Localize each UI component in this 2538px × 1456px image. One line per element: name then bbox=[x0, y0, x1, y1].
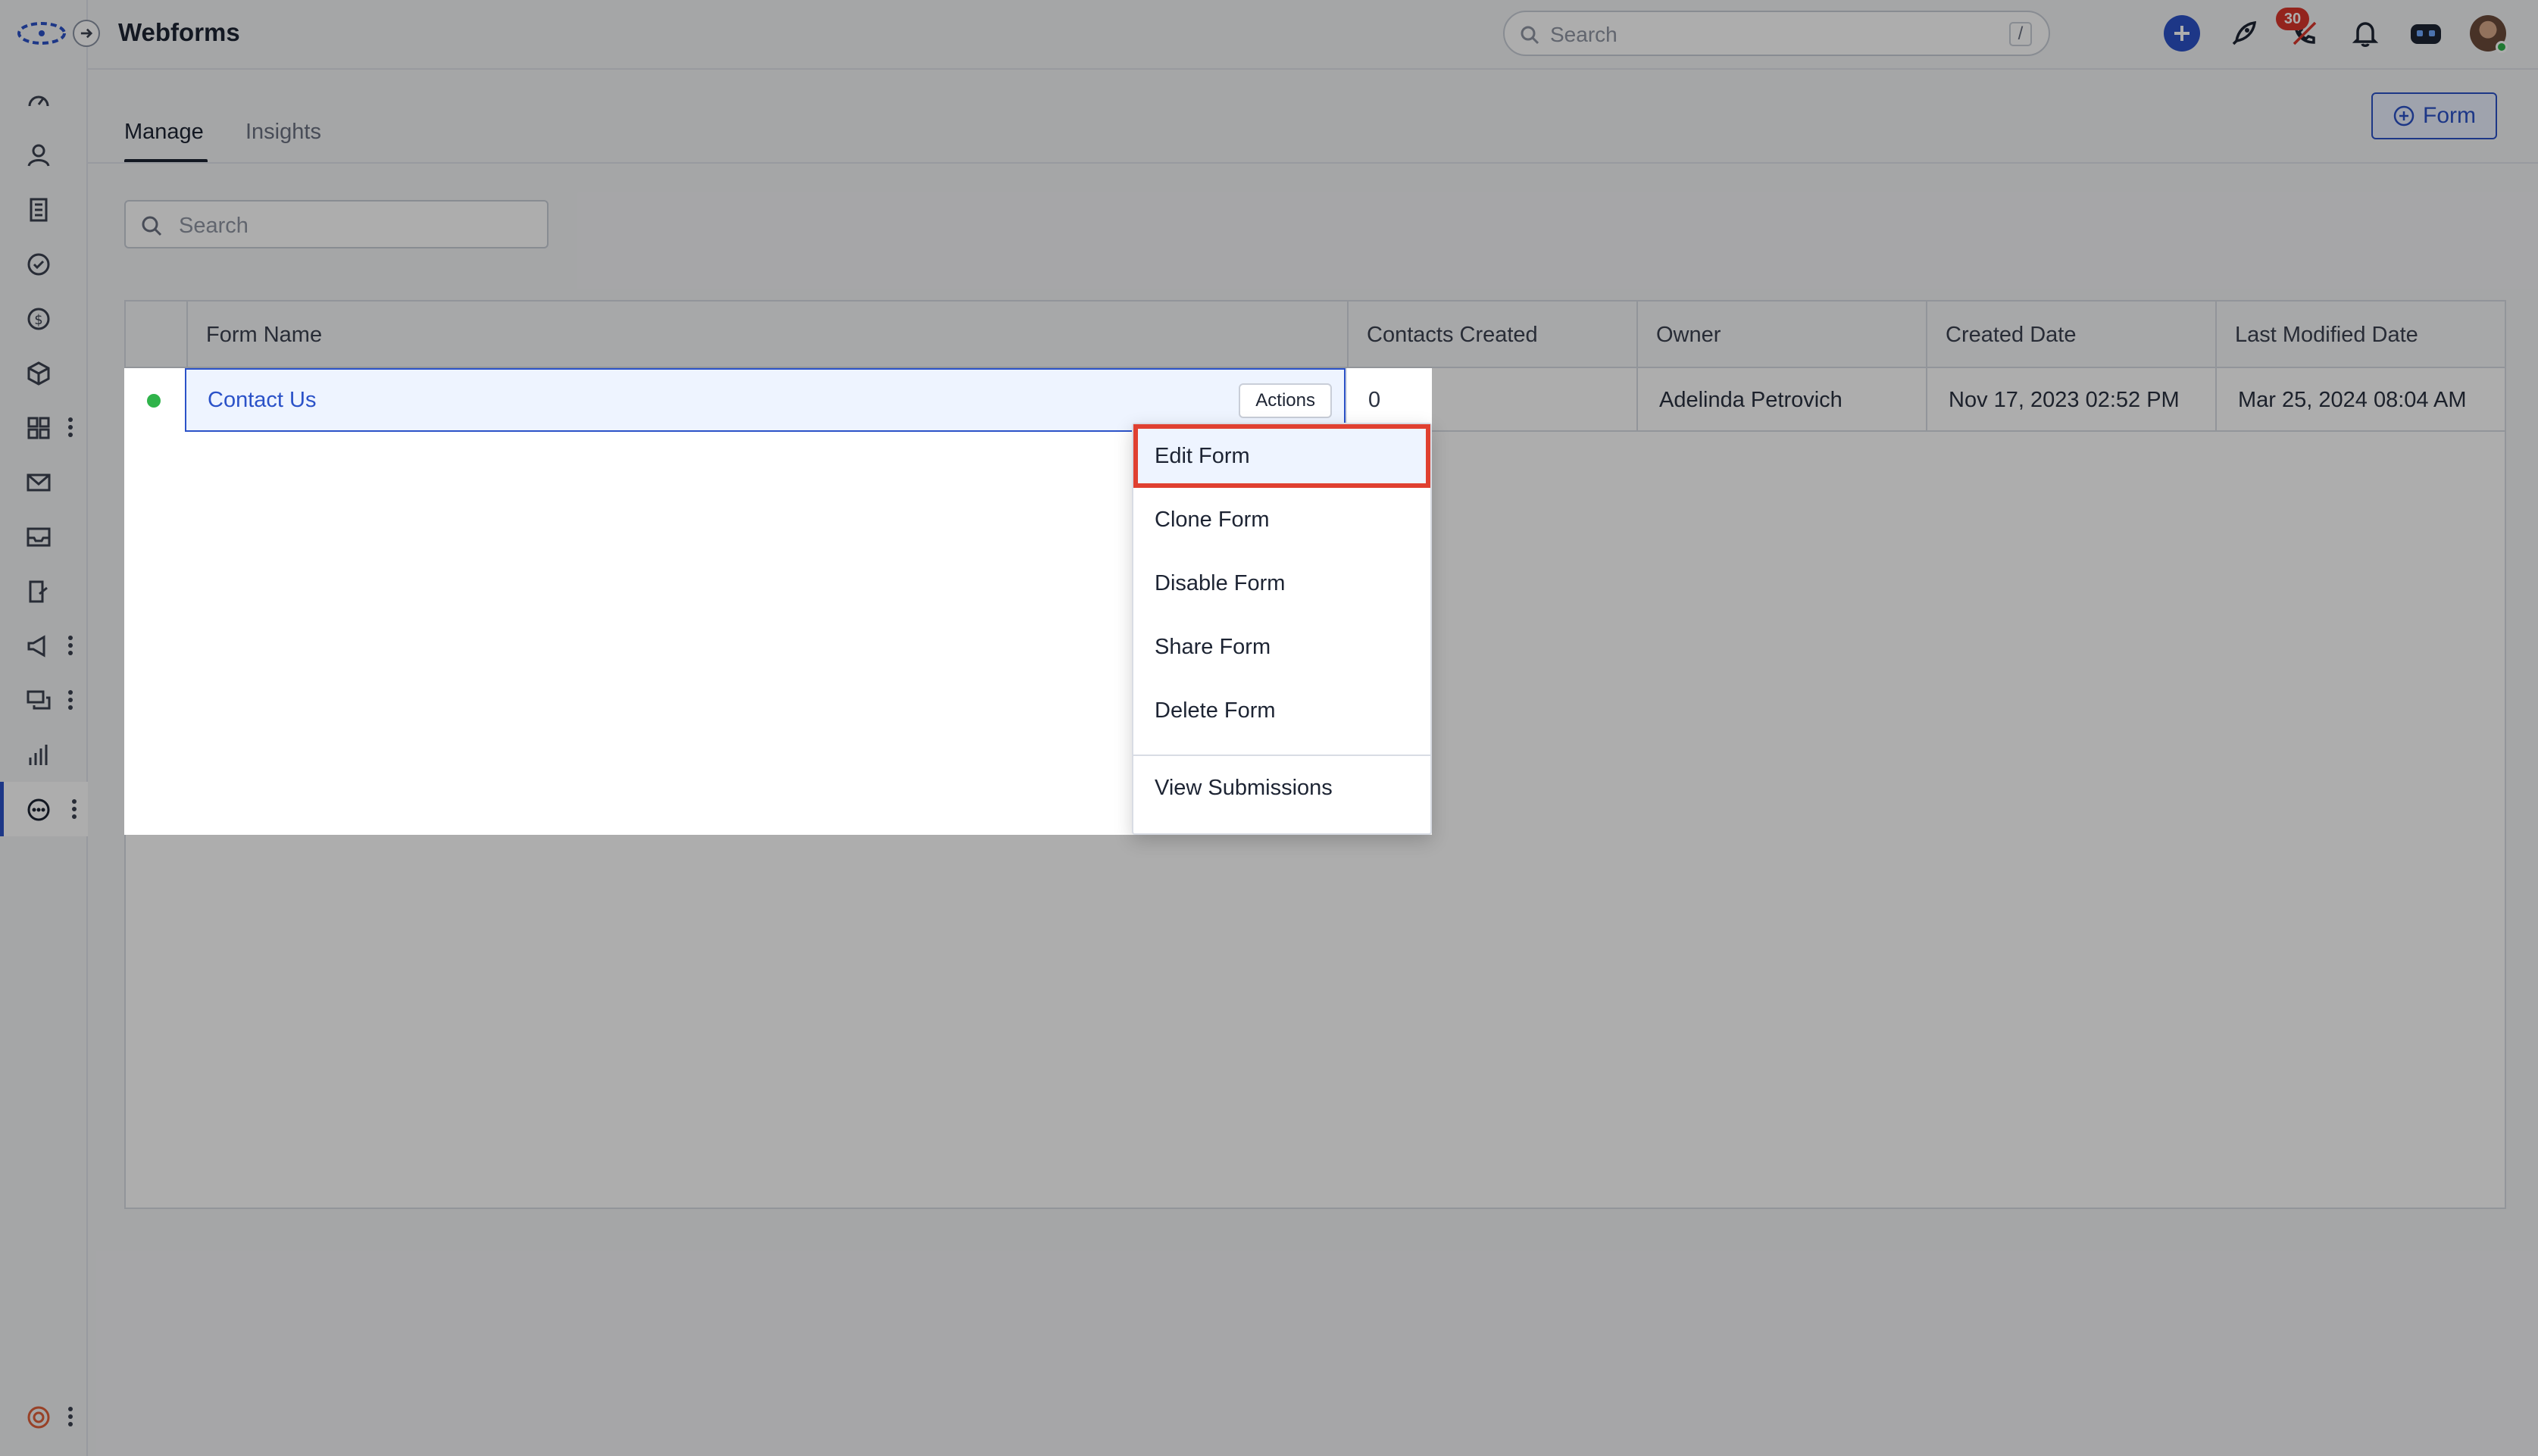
menu-item-share-form[interactable]: Share Form bbox=[1133, 615, 1430, 679]
menu-item-delete-form[interactable]: Delete Form bbox=[1133, 679, 1430, 742]
form-name-link[interactable]: Contact Us bbox=[208, 388, 316, 412]
actions-menu: Edit Form Clone Form Disable Form Share … bbox=[1132, 423, 1432, 835]
menu-item-edit-form[interactable]: Edit Form bbox=[1133, 424, 1430, 488]
menu-item-view-submissions[interactable]: View Submissions bbox=[1133, 756, 1430, 820]
actions-button[interactable]: Actions bbox=[1239, 383, 1332, 418]
status-active-indicator bbox=[147, 394, 161, 408]
menu-item-clone-form[interactable]: Clone Form bbox=[1133, 488, 1430, 551]
menu-item-disable-form[interactable]: Disable Form bbox=[1133, 551, 1430, 615]
